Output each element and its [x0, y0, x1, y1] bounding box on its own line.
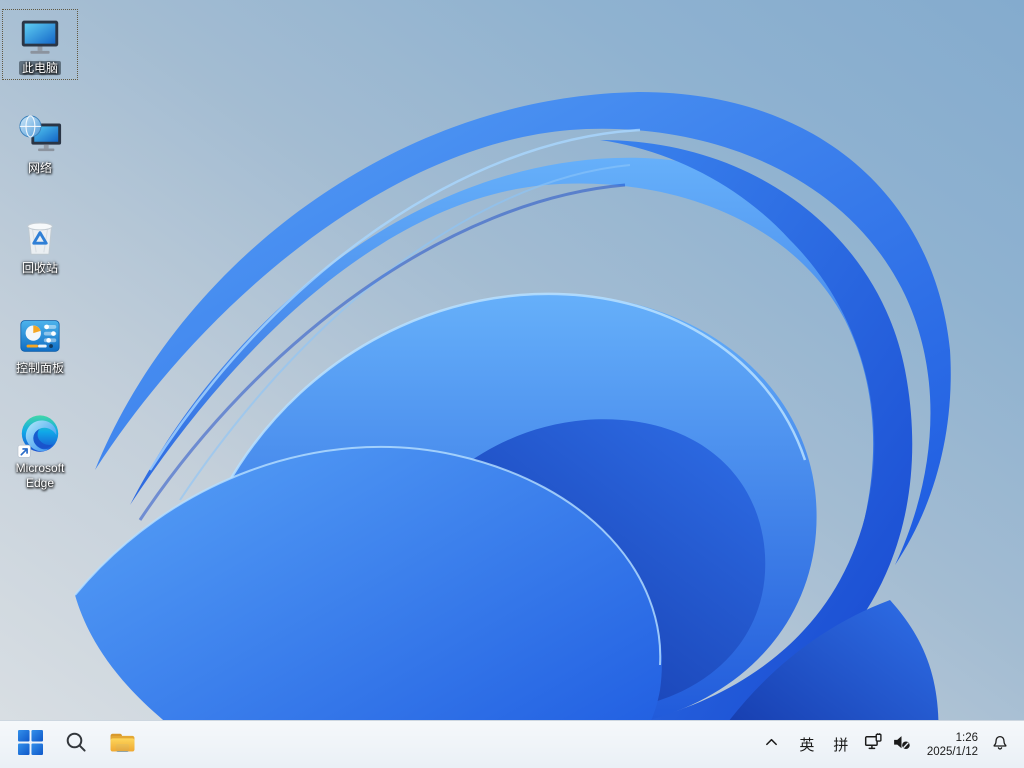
windows-logo-icon — [17, 729, 43, 760]
wallpaper-bloom — [74, 92, 951, 720]
clock[interactable]: 1:26 2025/1/12 — [921, 725, 984, 765]
desktop-icon-label: 回收站 — [21, 261, 58, 275]
ethernet-network-icon — [864, 732, 883, 757]
desktop-icon-label: 此电脑 — [18, 61, 61, 76]
microsoft-edge-icon — [16, 412, 64, 460]
speaker-muted-icon — [892, 733, 911, 757]
start-button[interactable] — [10, 725, 50, 765]
taskbar-left — [0, 725, 142, 765]
notifications-button[interactable] — [986, 725, 1014, 765]
desktop-icon-control-panel[interactable]: 控制面板 — [2, 309, 78, 380]
desktop-icon-label: 网络 — [27, 161, 52, 175]
control-panel-icon — [16, 312, 64, 360]
this-pc-icon — [16, 12, 64, 60]
ime-language-indicator[interactable]: 英 — [793, 725, 821, 765]
network-icon — [16, 112, 64, 160]
bell-icon — [991, 733, 1009, 756]
search-icon — [64, 730, 88, 759]
system-tray: 英 拼 1:26 2025/1/12 — [759, 721, 1024, 768]
clock-time: 1:26 — [955, 731, 978, 744]
ime-mode-indicator[interactable]: 拼 — [827, 725, 855, 765]
clock-date: 2025/1/12 — [926, 745, 978, 758]
search-button[interactable] — [56, 725, 96, 765]
desktop: 此电脑 网络 回收站 控制面板 Microsoft Edge — [0, 0, 1024, 720]
desktop-icon-microsoft-edge[interactable]: Microsoft Edge — [2, 409, 78, 495]
file-explorer-button[interactable] — [102, 725, 142, 765]
desktop-icon-label: Microsoft Edge — [15, 461, 65, 490]
folder-icon — [109, 731, 136, 759]
desktop-icon-label: 控制面板 — [15, 361, 64, 375]
network-status-button[interactable] — [861, 725, 887, 765]
tray-show-hidden-icons-button[interactable] — [759, 725, 785, 765]
recycle-bin-icon — [16, 212, 64, 260]
desktop-icon-recycle-bin[interactable]: 回收站 — [2, 209, 78, 280]
desktop-icon-network[interactable]: 网络 — [2, 109, 78, 180]
taskbar: 英 拼 1:26 2025/1/12 — [0, 720, 1024, 768]
desktop-icon-grid: 此电脑 网络 回收站 控制面板 Microsoft Edge — [2, 9, 78, 495]
volume-muted-button[interactable] — [889, 725, 915, 765]
desktop-icon-this-pc[interactable]: 此电脑 — [2, 9, 78, 80]
chevron-up-icon — [764, 735, 779, 755]
